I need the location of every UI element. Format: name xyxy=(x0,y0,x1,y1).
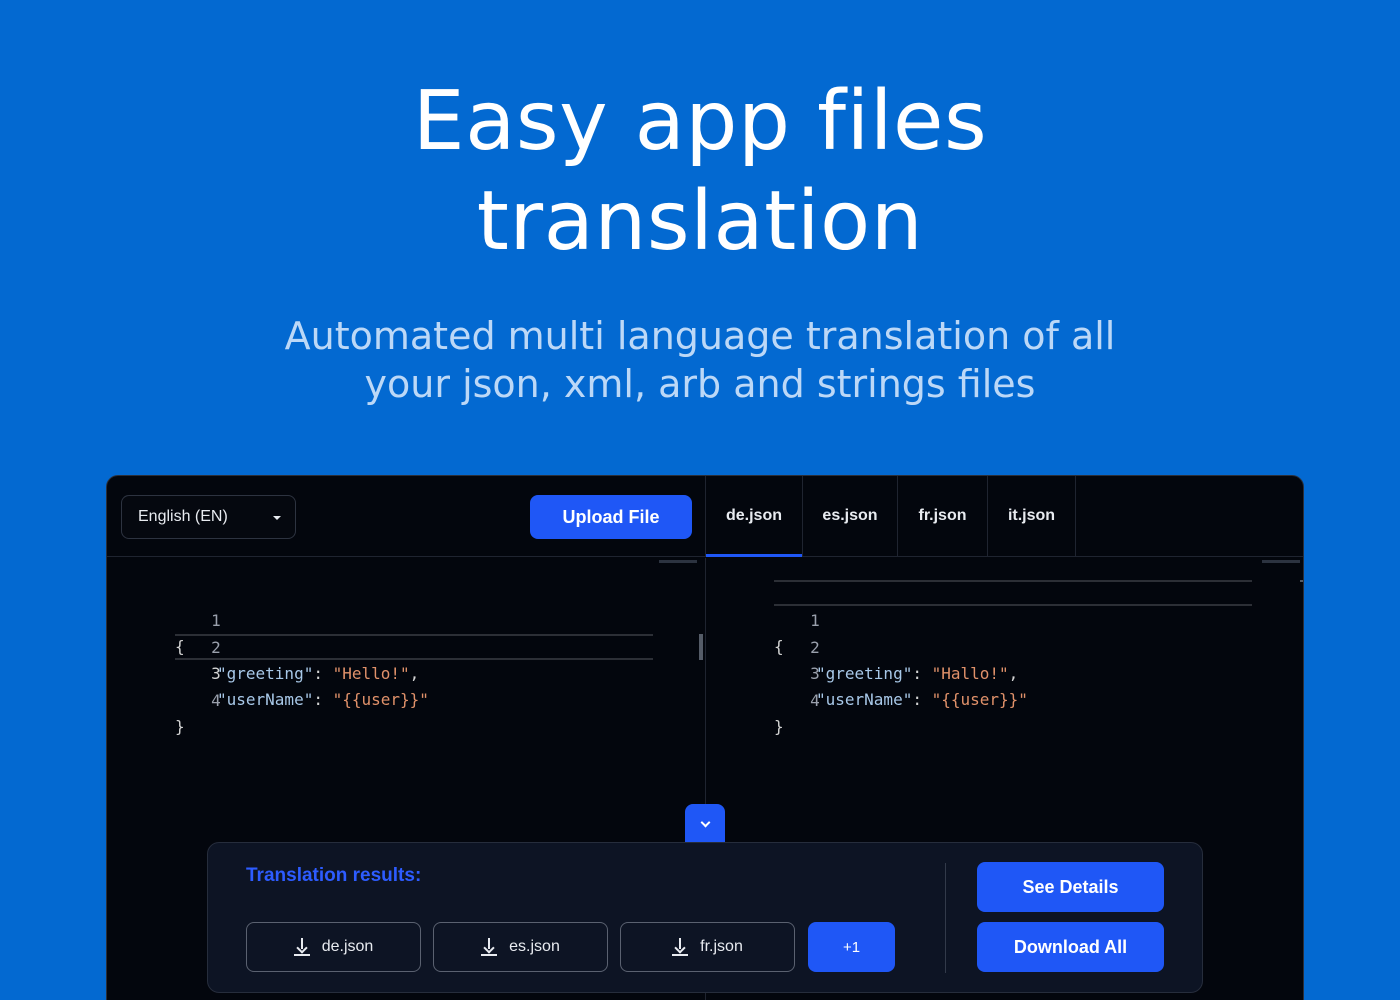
minimap-indicator xyxy=(659,560,697,563)
code-content: } xyxy=(175,714,185,740)
code-line: 4 } xyxy=(706,662,1303,736)
source-language-value: English (EN) xyxy=(138,508,228,525)
json-value: "{{user}}" xyxy=(931,690,1028,709)
download-fr-json-button[interactable]: fr.json xyxy=(620,922,795,972)
tab-fr-json[interactable]: fr.json xyxy=(898,476,988,556)
upload-file-button[interactable]: Upload File xyxy=(530,495,692,539)
tab-it-json[interactable]: it.json xyxy=(988,476,1076,556)
code-line: 1 { xyxy=(107,582,703,656)
json-colon: : xyxy=(912,690,932,709)
app-toolbar: English (EN) Upload File de.json es.json… xyxy=(107,476,1303,557)
caret-down-icon xyxy=(273,516,281,520)
download-de-json-button[interactable]: de.json xyxy=(246,922,421,972)
download-icon xyxy=(481,938,498,956)
collapse-results-button[interactable] xyxy=(685,804,725,844)
code-line: 1 { xyxy=(706,582,1303,656)
json-value: "{{user}}" xyxy=(332,690,429,709)
chevron-down-icon xyxy=(700,817,710,827)
hero-title-line-2: translation xyxy=(476,174,924,269)
see-details-button[interactable]: See Details xyxy=(977,862,1164,912)
line-number: 4 xyxy=(211,691,221,710)
json-colon: : xyxy=(313,690,333,709)
file-name: es.json xyxy=(509,938,560,955)
download-icon xyxy=(672,938,689,956)
code-content: "userName": "{{user}}" xyxy=(816,687,1028,713)
hero-subtitle-line-2: your json, xml, arb and strings files xyxy=(364,362,1036,406)
line-number: 4 xyxy=(810,691,820,710)
brace: } xyxy=(175,717,185,736)
more-files-button[interactable]: +1 xyxy=(808,922,895,972)
results-title: Translation results: xyxy=(246,865,422,886)
json-key: "userName" xyxy=(217,690,314,709)
code-content: } xyxy=(774,714,784,740)
hero-subtitle: Automated multi language translation of … xyxy=(200,312,1200,408)
code-line: 2 "greeting": "Hallo!", xyxy=(706,609,1303,683)
tab-de-json[interactable]: de.json xyxy=(706,476,803,557)
hero-title-line-1: Easy app files xyxy=(412,74,988,169)
code-line: 2 "greeting": "Hello!", xyxy=(107,609,703,683)
download-es-json-button[interactable]: es.json xyxy=(433,922,608,972)
translation-results-panel: Translation results: de.json es.json fr.… xyxy=(207,842,1203,993)
json-key: "userName" xyxy=(816,690,913,709)
vertical-divider xyxy=(945,863,946,973)
code-line: 3 "userName": "{{user}}" xyxy=(107,635,703,709)
code-content: "userName": "{{user}}" xyxy=(217,687,429,713)
code-line: 4 } xyxy=(107,662,703,736)
brace: } xyxy=(774,717,784,736)
file-name: fr.json xyxy=(700,938,743,955)
minimap-indicator xyxy=(1262,560,1300,563)
code-line: 3 "userName": "{{user}}" xyxy=(706,635,1303,709)
tab-es-json[interactable]: es.json xyxy=(803,476,898,556)
hero-title: Easy app files translation xyxy=(0,72,1400,272)
download-all-button[interactable]: Download All xyxy=(977,922,1164,972)
download-icon xyxy=(293,938,310,956)
target-file-tabs: de.json es.json fr.json it.json xyxy=(705,476,1076,557)
file-name: de.json xyxy=(321,938,374,955)
source-language-select[interactable]: English (EN) xyxy=(121,495,296,539)
hero-subtitle-line-1: Automated multi language translation of … xyxy=(284,314,1116,358)
